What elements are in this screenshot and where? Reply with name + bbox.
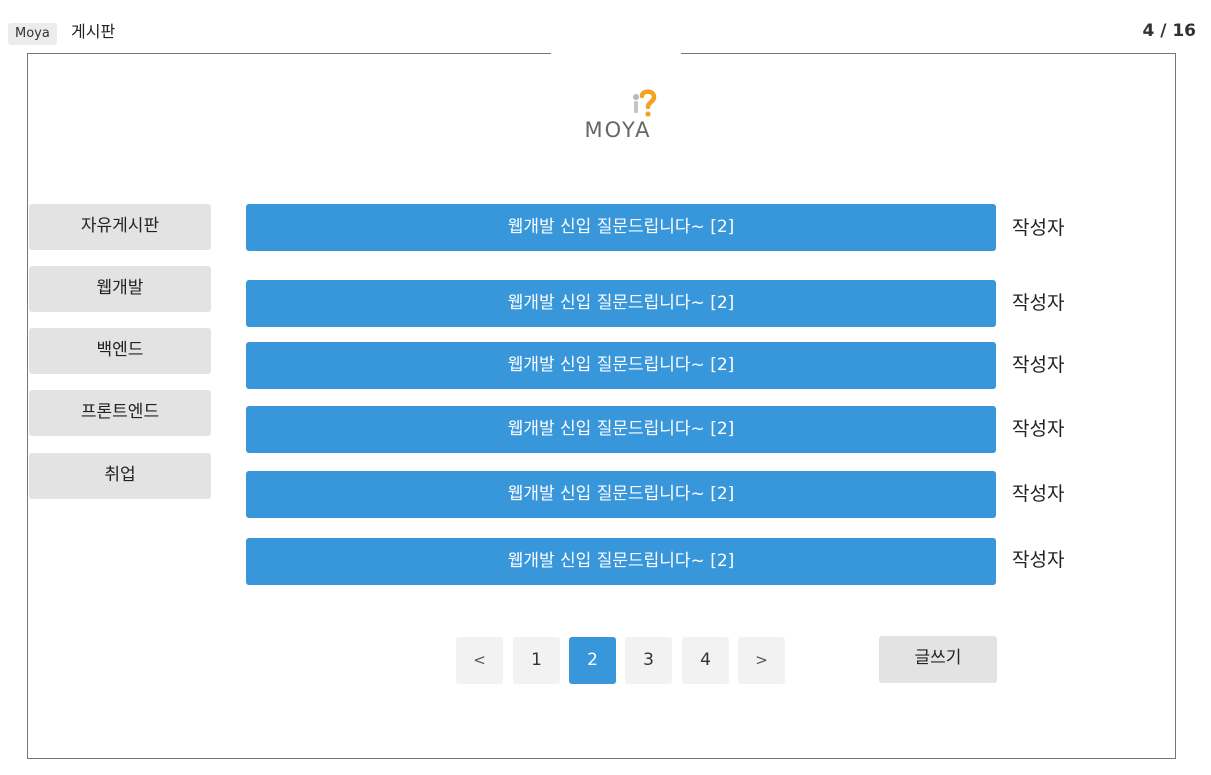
post-row: 웹개발 신입 질문드립니다~ [2] 작성자 <box>246 471 1086 518</box>
post-row: 웹개발 신입 질문드립니다~ [2] 작성자 <box>246 406 1086 453</box>
write-post-button[interactable]: 글쓰기 <box>879 636 997 683</box>
top-bar: Moya 게시판 4 / 16 <box>0 0 1211 50</box>
moya-logo[interactable]: MOYA <box>568 88 668 146</box>
sidebar-item-frontend[interactable]: 프론트엔드 <box>29 390 211 436</box>
post-title-link[interactable]: 웹개발 신입 질문드립니다~ [2] <box>246 280 996 327</box>
sidebar-item-backend[interactable]: 백엔드 <box>29 328 211 374</box>
board-frame: MOYA 자유게시판 웹개발 백엔드 프론트엔드 취업 웹개발 신입 질문드립니… <box>27 53 1176 759</box>
post-row: 웹개발 신입 질문드립니다~ [2] 작성자 <box>246 342 1086 389</box>
post-author: 작성자 <box>1012 549 1065 571</box>
post-row: 웹개발 신입 질문드립니다~ [2] 작성자 <box>246 280 1086 327</box>
pagination-page-1[interactable]: 1 <box>513 637 560 684</box>
question-figure-icon <box>633 89 657 117</box>
post-author: 작성자 <box>1012 418 1065 440</box>
pagination-prev-button[interactable]: < <box>456 637 503 684</box>
post-title-link[interactable]: 웹개발 신입 질문드립니다~ [2] <box>246 538 996 585</box>
post-author: 작성자 <box>1012 354 1065 376</box>
post-author: 작성자 <box>1012 217 1065 239</box>
post-author: 작성자 <box>1012 483 1065 505</box>
post-title-link[interactable]: 웹개발 신입 질문드립니다~ [2] <box>246 406 996 453</box>
post-title-link[interactable]: 웹개발 신입 질문드립니다~ [2] <box>246 342 996 389</box>
pagination-next-button[interactable]: > <box>738 637 785 684</box>
post-author: 작성자 <box>1012 292 1065 314</box>
page-counter: 4 / 16 <box>1142 21 1196 41</box>
sidebar-item-free-board[interactable]: 자유게시판 <box>29 204 211 250</box>
post-row: 웹개발 신입 질문드립니다~ [2] 작성자 <box>246 538 1086 585</box>
post-title-link[interactable]: 웹개발 신입 질문드립니다~ [2] <box>246 471 996 518</box>
sidebar-item-web-dev[interactable]: 웹개발 <box>29 266 211 312</box>
sidebar-item-jobs[interactable]: 취업 <box>29 453 211 499</box>
logo-text: MOYA <box>584 118 652 142</box>
pagination-page-2-current[interactable]: 2 <box>569 637 616 684</box>
app-tag: Moya <box>8 23 57 45</box>
pagination-page-4[interactable]: 4 <box>682 637 729 684</box>
page-title: 게시판 <box>71 22 116 41</box>
post-row: 웹개발 신입 질문드립니다~ [2] 작성자 <box>246 204 1086 251</box>
frame-notch <box>551 53 681 55</box>
post-title-link[interactable]: 웹개발 신입 질문드립니다~ [2] <box>246 204 996 251</box>
pagination-page-3[interactable]: 3 <box>625 637 672 684</box>
